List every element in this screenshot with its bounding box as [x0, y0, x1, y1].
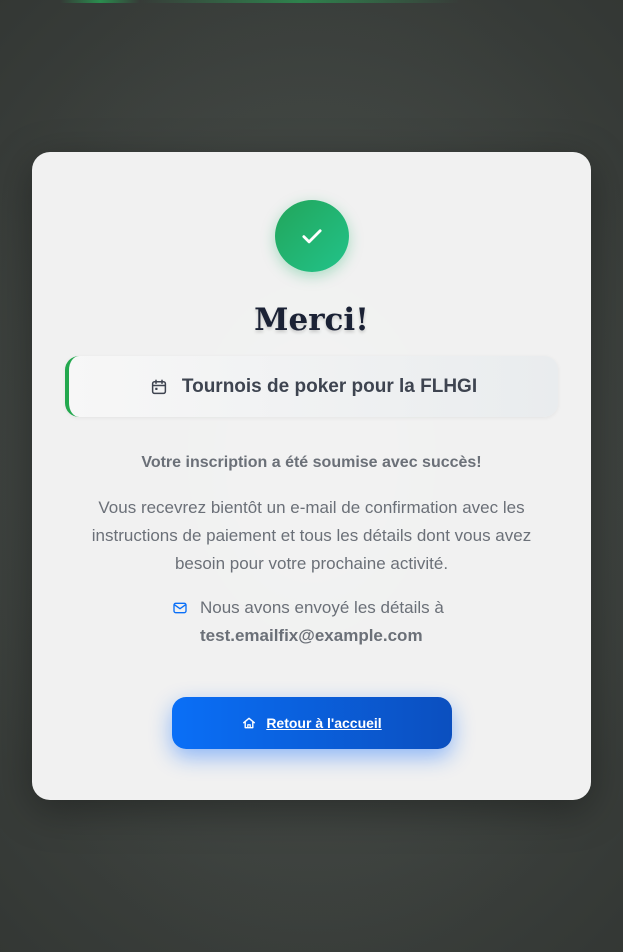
success-badge: [275, 200, 349, 272]
check-icon: [302, 229, 322, 244]
back-home-button[interactable]: Retour à l'accueil: [172, 697, 452, 749]
email-intro: Nous avons envoyé les détails à: [200, 598, 444, 617]
backdrop-accent-strip: [60, 0, 460, 3]
calendar-icon: [151, 379, 167, 394]
back-home-label: Retour à l'accueil: [266, 715, 382, 731]
email-address: test.emailfix@example.com: [200, 626, 423, 645]
confirmation-description: Vous recevrez bientôt un e-mail de confi…: [91, 498, 532, 573]
home-icon: [243, 717, 256, 729]
mail-icon: [173, 602, 187, 614]
success-message: Votre inscription a été soumise avec suc…: [141, 454, 482, 471]
email-notice: Nous avons envoyé les détails à test.ema…: [172, 594, 472, 650]
page-title: Merci!: [254, 302, 369, 338]
confirmation-card: Merci! Tournois de poker pour la FLHGI V…: [32, 152, 591, 800]
event-card: Tournois de poker pour la FLHGI: [65, 356, 558, 417]
email-notice-text: Nous avons envoyé les détails à test.ema…: [200, 594, 444, 650]
event-name: Tournois de poker pour la FLHGI: [181, 375, 478, 397]
